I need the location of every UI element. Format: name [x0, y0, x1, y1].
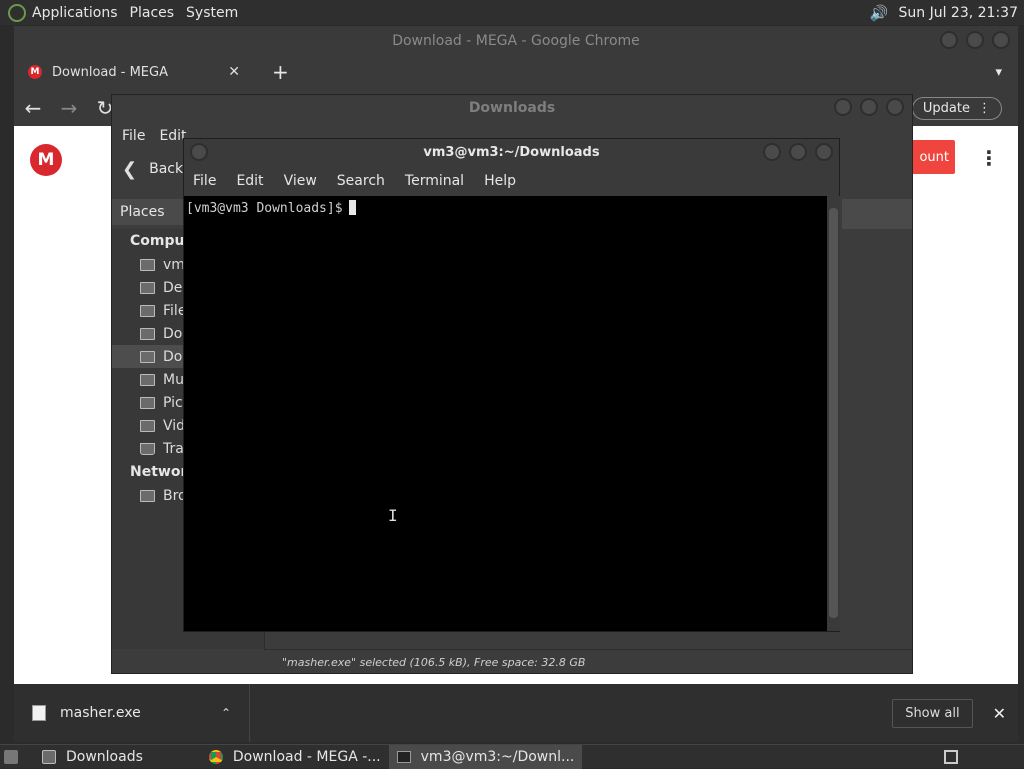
shell-prompt: [vm3@vm3 Downloads]$	[186, 201, 343, 216]
tab-mega[interactable]: M Download - MEGA ✕	[14, 56, 254, 88]
show-all-button[interactable]: Show all	[892, 698, 973, 728]
folder-icon	[42, 749, 56, 764]
maximize-button[interactable]	[789, 143, 807, 161]
scrollbar-thumb[interactable]	[829, 208, 838, 618]
show-desktop-icon[interactable]	[4, 749, 18, 764]
workspace-switcher-icon[interactable]	[944, 749, 958, 764]
update-button[interactable]: Update ⋮	[911, 96, 1002, 120]
tab-search-chevron-icon[interactable]: ▾	[995, 65, 1002, 80]
close-button[interactable]	[992, 31, 1010, 49]
menu-file[interactable]: File	[193, 173, 216, 189]
minimize-button[interactable]	[834, 98, 852, 116]
taskbar-item-label: Downloads	[66, 748, 143, 765]
status-bar: "masher.exe" selected (106.5 kB), Free s…	[264, 649, 912, 675]
terminal-titlebar[interactable]: vm3@vm3:~/Downloads	[184, 139, 839, 166]
chevron-up-icon[interactable]: ⌃	[221, 706, 231, 720]
maximize-button[interactable]	[966, 31, 984, 49]
system-menu[interactable]: System	[180, 5, 244, 21]
window-menu-button[interactable]	[190, 143, 208, 161]
taskbar-item-label: vm3@vm3:~/Downl...	[420, 748, 575, 765]
create-account-button[interactable]: ount	[907, 140, 955, 174]
folder-icon	[140, 281, 155, 294]
text-cursor	[348, 200, 356, 215]
mega-logo-icon[interactable]: M	[30, 144, 62, 176]
maximize-button[interactable]	[860, 98, 878, 116]
places-label: Places	[120, 204, 165, 220]
distro-logo-icon[interactable]	[8, 3, 26, 22]
home-folder-icon	[140, 258, 155, 271]
taskbar-item-downloads[interactable]: Downloads	[34, 745, 151, 769]
sidebar-item-label: Tra	[163, 440, 184, 457]
terminal-icon	[396, 750, 411, 763]
terminal-menubar: File Edit View Search Terminal Help	[184, 166, 839, 196]
close-button[interactable]	[886, 98, 904, 116]
download-file-name: masher.exe	[60, 705, 141, 721]
folder-icon	[140, 396, 155, 409]
download-item[interactable]: masher.exe ⌃	[14, 684, 250, 742]
terminal-title: vm3@vm3:~/Downloads	[423, 145, 600, 160]
network-icon	[140, 489, 155, 502]
tab-strip: M Download - MEGA ✕ + ▾	[14, 56, 1018, 88]
trash-icon	[140, 442, 155, 455]
download-shelf: masher.exe ⌃ Show all ✕	[14, 684, 1018, 742]
page-kebab-icon[interactable]: ⋮	[979, 146, 999, 170]
minimize-button[interactable]	[763, 143, 781, 161]
folder-icon	[140, 327, 155, 340]
back-arrow-icon[interactable]: ←	[22, 96, 44, 120]
terminal-screen[interactable]: [vm3@vm3 Downloads]$	[184, 196, 827, 631]
folder-icon	[140, 419, 155, 432]
file-manager-title: Downloads	[468, 100, 556, 116]
clock[interactable]: Sun Jul 23, 21:37	[899, 5, 1019, 21]
chrome-titlebar[interactable]: Download - MEGA - Google Chrome	[14, 26, 1018, 56]
update-label: Update	[922, 100, 970, 116]
file-manager-titlebar[interactable]: Downloads	[112, 95, 912, 121]
taskbar-item-label: Download - MEGA -...	[232, 748, 381, 765]
chrome-window-title: Download - MEGA - Google Chrome	[392, 33, 640, 49]
menu-view[interactable]: View	[284, 173, 317, 189]
new-tab-icon[interactable]: +	[272, 60, 289, 84]
menu-file[interactable]: File	[122, 128, 145, 144]
taskbar-item-terminal[interactable]: vm3@vm3:~/Downl...	[388, 744, 583, 769]
close-icon[interactable]: ✕	[993, 704, 1006, 723]
minimize-button[interactable]	[940, 31, 958, 49]
taskbar-item-chrome[interactable]: Download - MEGA -...	[201, 745, 389, 769]
volume-icon[interactable]: 🔊	[870, 4, 889, 22]
applications-menu[interactable]: Applications	[26, 5, 124, 21]
kebab-menu-icon: ⋮	[978, 100, 991, 116]
folder-icon	[140, 373, 155, 386]
back-button[interactable]: Back	[149, 161, 183, 177]
folder-icon	[140, 350, 155, 363]
close-tab-icon[interactable]: ✕	[228, 64, 240, 80]
menu-terminal[interactable]: Terminal	[405, 173, 464, 189]
column-header	[842, 199, 912, 229]
ibeam-cursor-icon: I	[388, 506, 398, 525]
menu-search[interactable]: Search	[337, 173, 385, 189]
file-icon	[32, 705, 46, 721]
places-menu[interactable]: Places	[124, 5, 181, 21]
bottom-taskbar: Downloads Download - MEGA -... vm3@vm3:~…	[0, 744, 1024, 769]
tab-title: Download - MEGA	[52, 64, 168, 80]
terminal-window: vm3@vm3:~/Downloads File Edit View Searc…	[183, 138, 840, 632]
drive-icon	[140, 304, 155, 317]
menu-help[interactable]: Help	[484, 173, 516, 189]
forward-arrow-icon[interactable]: →	[58, 96, 80, 120]
menu-edit[interactable]: Edit	[236, 173, 263, 189]
chrome-icon	[208, 749, 223, 764]
terminal-scrollbar[interactable]	[827, 196, 840, 631]
back-arrow-icon[interactable]: ❮	[122, 159, 137, 180]
top-panel: Applications Places System 🔊 Sun Jul 23,…	[0, 0, 1024, 25]
close-button[interactable]	[815, 143, 833, 161]
sidebar-item-label: Vid	[163, 417, 186, 434]
mega-favicon-icon: M	[28, 65, 42, 79]
